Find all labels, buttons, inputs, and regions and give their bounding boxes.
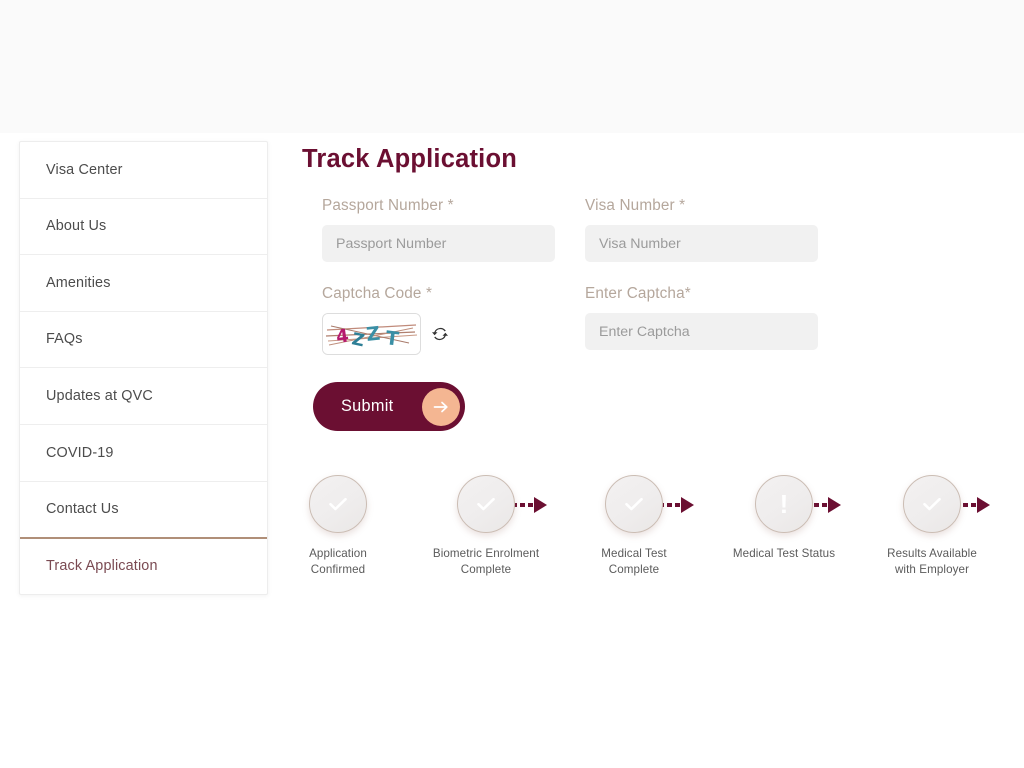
check-icon (919, 491, 945, 517)
step-label-line2: Confirmed (310, 562, 366, 576)
step-label: Application Confirmed (268, 546, 408, 577)
submit-row: Submit (300, 382, 1000, 431)
step-label-line1: Application (309, 547, 367, 560)
application-progress-stepper: Application Confirmed Biometric Enrolmen… (296, 475, 1002, 590)
captcha-code-label: Captcha Code * (322, 285, 433, 302)
sidebar-item-label: Updates at QVC (46, 387, 153, 404)
sidebar-item-label: Track Application (46, 558, 158, 575)
step-status-circle[interactable]: ! (755, 475, 813, 533)
step-label: Medical Test Status (714, 546, 854, 562)
main-content: Track Application Passport Number * Visa… (300, 141, 1000, 431)
field-enter-captcha: Enter Captcha* (585, 284, 821, 355)
step-label: Biometric Enrolment Complete (416, 546, 556, 577)
visa-number-label: Visa Number * (585, 197, 686, 214)
form-row-spacer (322, 262, 821, 284)
sidebar-item-faqs[interactable]: FAQs (20, 312, 267, 369)
step-status-circle[interactable] (309, 475, 367, 533)
step-results-available-with-employer: Results Available with Employer (862, 475, 1002, 577)
step-label-line1: Medical Test (601, 547, 667, 560)
step-label-line2: Complete (460, 562, 512, 576)
enter-captcha-label: Enter Captcha* (585, 285, 691, 302)
svg-text:T: T (384, 327, 400, 350)
arrow-right-icon (421, 387, 460, 426)
submit-button-label: Submit (341, 397, 394, 415)
check-icon (325, 491, 351, 517)
sidebar-item-visa-center[interactable]: Visa Center (20, 142, 267, 199)
step-label-line2: Complete (608, 562, 660, 576)
step-status-circle[interactable] (605, 475, 663, 533)
refresh-icon[interactable] (432, 326, 448, 342)
sidebar-item-label: About Us (46, 218, 107, 235)
passport-number-input[interactable] (322, 225, 555, 262)
track-application-form: Passport Number * Visa Number * Captcha … (300, 196, 1000, 355)
field-visa-number: Visa Number * (585, 196, 821, 262)
sidebar-item-label: Visa Center (46, 161, 123, 178)
sidebar-item-amenities[interactable]: Amenities (20, 255, 267, 312)
step-label-line1: Biometric Enrolment (432, 547, 540, 560)
page-title: Track Application (302, 145, 518, 173)
check-icon (621, 491, 647, 517)
sidebar-item-label: Contact Us (46, 501, 119, 518)
captcha-row: 4 Z Z T (322, 313, 558, 355)
page-root: Visa Center About Us Amenities FAQs Upda… (0, 0, 1024, 768)
step-label-line1: Results Available (887, 547, 977, 560)
check-icon (473, 491, 499, 517)
sidebar-item-label: Amenities (46, 274, 111, 291)
field-passport-number: Passport Number * (322, 196, 558, 262)
sidebar-nav: Visa Center About Us Amenities FAQs Upda… (19, 141, 268, 596)
sidebar-item-label: COVID-19 (46, 444, 114, 461)
sidebar-item-about-us[interactable]: About Us (20, 199, 267, 256)
step-status-circle[interactable] (457, 475, 515, 533)
passport-number-label: Passport Number * (322, 197, 454, 214)
sidebar-item-updates-at-qvc[interactable]: Updates at QVC (20, 368, 267, 425)
exclamation-icon: ! (779, 488, 789, 519)
top-background-band (0, 0, 1024, 133)
sidebar-item-contact-us[interactable]: Contact Us (20, 482, 267, 539)
enter-captcha-input[interactable] (585, 313, 818, 350)
bottom-background-band (0, 618, 1024, 768)
step-label-line2: with Employer (894, 562, 970, 576)
sidebar-item-label: FAQs (46, 331, 83, 348)
step-label: Medical Test Complete (564, 546, 704, 577)
sidebar-item-covid-19[interactable]: COVID-19 (20, 425, 267, 482)
step-status-circle[interactable] (903, 475, 961, 533)
submit-button[interactable]: Submit (313, 382, 465, 431)
svg-text:Z: Z (365, 323, 381, 346)
step-label: Results Available with Employer (862, 546, 1002, 577)
step-label-line1: Medical Test Status (732, 547, 836, 560)
captcha-image: 4 Z Z T (322, 313, 421, 355)
step-medical-test-status: ! Medical Test Status (714, 475, 854, 562)
step-biometric-enrolment-complete: Biometric Enrolment Complete (416, 475, 556, 577)
step-medical-test-complete: Medical Test Complete (564, 475, 704, 577)
step-application-confirmed: Application Confirmed (268, 475, 408, 577)
visa-number-input[interactable] (585, 225, 818, 262)
sidebar-item-track-application[interactable]: Track Application (20, 537, 267, 594)
field-captcha-code: Captcha Code * 4 Z Z T (322, 284, 558, 355)
